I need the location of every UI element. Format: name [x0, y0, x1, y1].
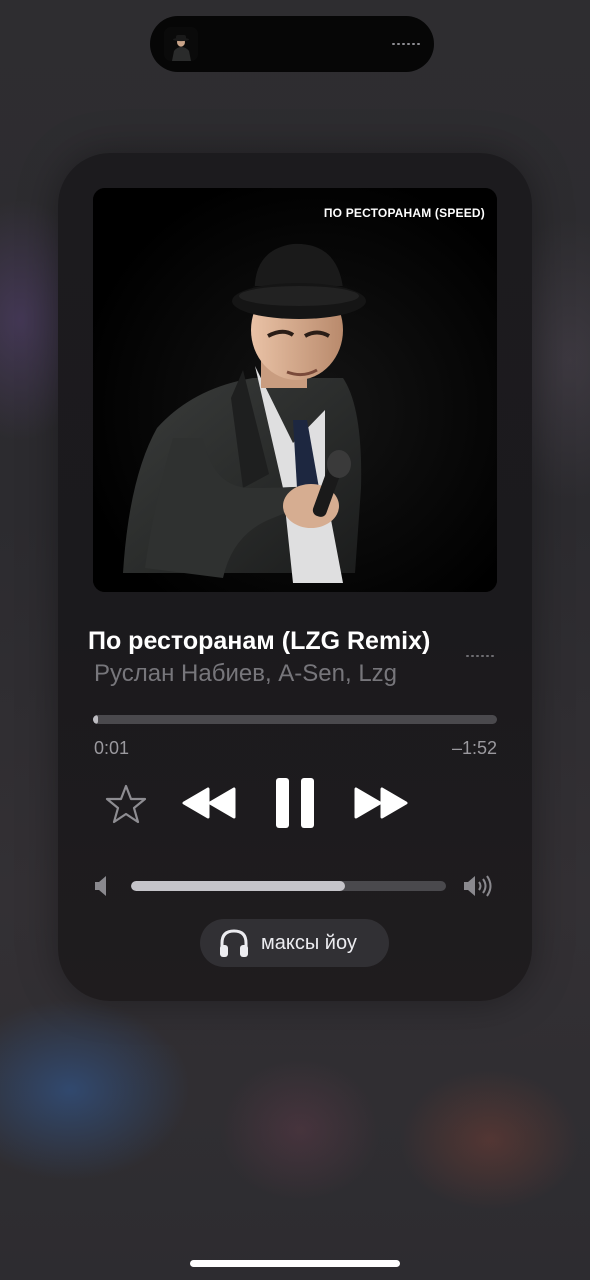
track-artist[interactable]: Руслан Набиев, A-Sen, Lzg — [94, 660, 397, 688]
speaker-low-icon — [95, 876, 106, 896]
fast-forward-icon[interactable] — [353, 786, 409, 820]
track-title[interactable]: По ресторанам (LZG Remix) — [88, 627, 488, 656]
speaker-high-icon — [464, 875, 492, 897]
elapsed-time: 0:01 — [94, 738, 130, 758]
dynamic-island[interactable] — [150, 16, 434, 72]
waveform-icon — [392, 43, 420, 45]
headphones-icon — [220, 929, 248, 957]
volume-slider[interactable] — [131, 881, 446, 891]
album-thumbnail — [164, 27, 198, 61]
pause-icon[interactable] — [274, 777, 316, 829]
audio-output-button[interactable]: максы йоу — [200, 919, 389, 967]
playback-scrubber[interactable] — [93, 715, 497, 724]
star-icon[interactable] — [105, 783, 147, 825]
waveform-icon — [466, 655, 494, 657]
album-artwork: ПО РЕСТОРАНАМ (SPEED) — [93, 188, 497, 592]
volume-level — [131, 881, 346, 891]
remaining-time: –1:52 — [451, 738, 497, 758]
album-artwork-image — [93, 188, 497, 592]
rewind-icon[interactable] — [181, 786, 237, 820]
audio-output-label: максы йоу — [261, 932, 357, 954]
artwork-caption: ПО РЕСТОРАНАМ (SPEED) — [323, 206, 485, 220]
now-playing-card: ПО РЕСТОРАНАМ (SPEED) По ресторанам (LZG… — [58, 153, 532, 1001]
home-indicator[interactable] — [190, 1260, 400, 1267]
playback-progress — [93, 715, 98, 724]
